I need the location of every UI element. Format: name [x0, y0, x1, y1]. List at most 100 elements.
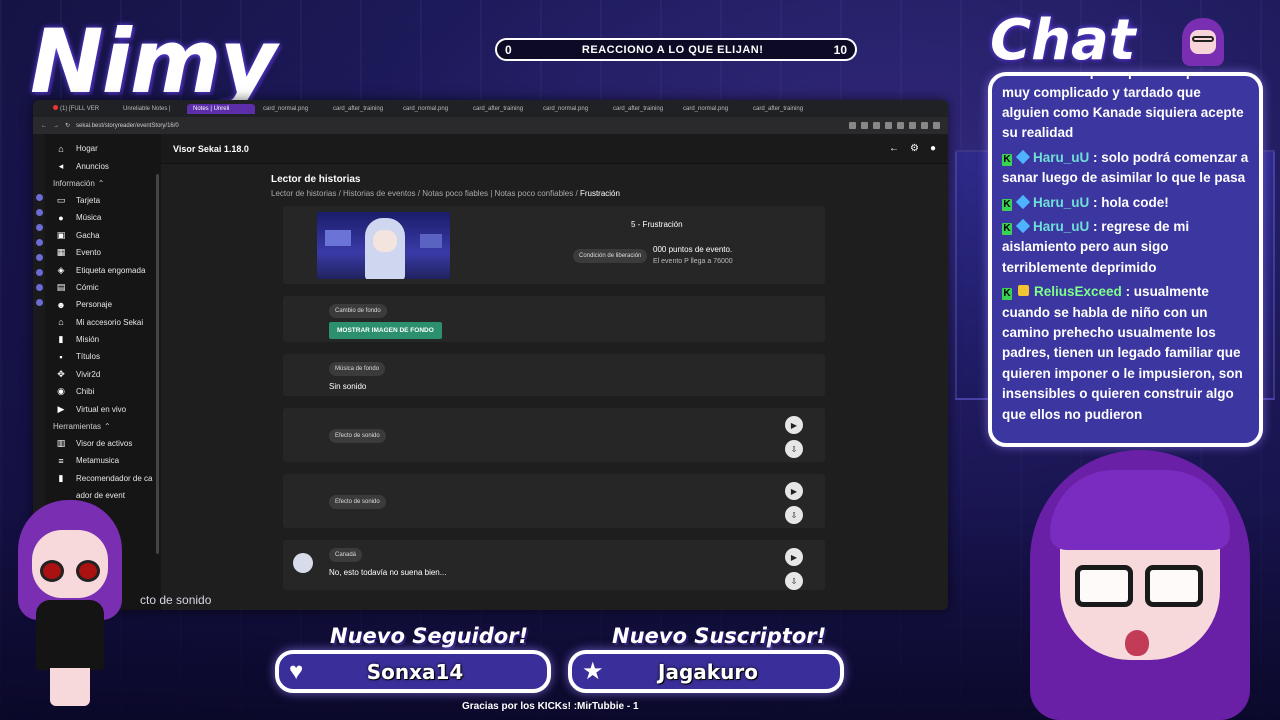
- sidebar-item-chibi[interactable]: ◉ Chibi: [45, 383, 161, 400]
- speaker-chip: Canadá: [329, 548, 363, 562]
- sidebar-item-card[interactable]: ▭ Tarjeta: [45, 192, 161, 209]
- chat-title: Chat: [990, 8, 1136, 73]
- play-icon[interactable]: ▶: [785, 482, 803, 500]
- sidebar-item-gacha[interactable]: ▣ Gacha: [45, 227, 161, 244]
- rail-icon[interactable]: [35, 224, 43, 231]
- main-area: Visor Sekai 1.18.0 ← ⚙ ● Lector de histo…: [161, 134, 948, 610]
- card-icon: ▭: [56, 194, 66, 205]
- rail-icon[interactable]: [35, 299, 43, 306]
- tab[interactable]: card_normal.png: [677, 104, 745, 114]
- episode-title: 5 - Frustración: [631, 220, 683, 229]
- counter-bar: 0 REACCIONO A LO QUE ELIJAN! 10: [495, 38, 857, 61]
- sidebar-item-music[interactable]: ● Música: [45, 209, 161, 226]
- sidebar-item-sticker[interactable]: ◈ Etiqueta engomada: [45, 261, 161, 278]
- announce-icon: ◂: [58, 160, 64, 171]
- story-reader: Lector de historias Lector de historias …: [271, 174, 826, 602]
- reload-icon[interactable]: ↻: [65, 122, 70, 129]
- rail-icon[interactable]: [35, 284, 43, 291]
- rail-icon[interactable]: [35, 239, 43, 246]
- sidebar-item-asset-viewer[interactable]: ▥ Visor de activos: [45, 435, 161, 452]
- forward-icon[interactable]: →: [53, 123, 59, 129]
- subscriber-name: Jagakuro: [658, 659, 758, 684]
- breadcrumb-current: Frustración: [579, 189, 620, 198]
- back-icon[interactable]: ←: [41, 123, 47, 129]
- sidebar-section-info[interactable]: Información ⌃: [45, 175, 161, 192]
- chevron-up-icon: ⌃: [104, 421, 111, 431]
- tab[interactable]: card_normal.png: [537, 104, 605, 114]
- recommender-icon: ▮: [58, 472, 64, 483]
- tab[interactable]: card_after_training: [327, 104, 395, 114]
- sidebar-item-event[interactable]: ▦ Evento: [45, 244, 161, 261]
- sidebar-item-vivir2d[interactable]: ✥ Vivir2d: [45, 366, 161, 383]
- record-icon: [53, 105, 58, 110]
- extension-icon[interactable]: [885, 122, 892, 129]
- download-icon[interactable]: ⇩: [785, 506, 803, 524]
- sidebar-item-home[interactable]: ⌂ Hogar: [45, 140, 161, 157]
- heart-icon: ♥: [289, 657, 304, 685]
- sidebar-item-titles[interactable]: ▪ Títulos: [45, 348, 161, 365]
- sidebar-item-mission[interactable]: ▮ Misión: [45, 331, 161, 348]
- show-background-button[interactable]: MOSTRAR IMAGEN DE FONDO: [329, 322, 442, 339]
- rail-icon[interactable]: [35, 194, 43, 201]
- tab[interactable]: card_after_training: [467, 104, 535, 114]
- event-tool-icon: [56, 491, 66, 500]
- account-icon[interactable]: ●: [930, 143, 936, 154]
- sidebar-item-character[interactable]: ☻ Personaje: [45, 296, 161, 313]
- metamusic-icon: ≡: [58, 455, 64, 466]
- accessory-icon: ⌂: [58, 317, 64, 328]
- download-icon[interactable]: ⇩: [785, 440, 803, 458]
- chat-panel: fuertemente ligada a Kanade de acuerdo a…: [988, 72, 1263, 447]
- play-icon[interactable]: ▶: [785, 416, 803, 434]
- subscriber-alert-title: Nuevo Suscriptor!: [612, 624, 827, 648]
- release-condition-chip: Condición de liberación: [573, 249, 648, 263]
- rail-icon[interactable]: [35, 254, 43, 261]
- gear-icon[interactable]: ⚙: [910, 143, 919, 154]
- dialog-text: No, esto todavía no suena bien...: [329, 568, 447, 577]
- dialog-card: Canadá No, esto todavía no suena bien...…: [283, 540, 825, 590]
- kick-badge-icon: K: [1002, 288, 1012, 301]
- sidebar-item-metamusic[interactable]: ≡ Metamusica: [45, 452, 161, 469]
- chat-message: K Haru_uU : regrese de mi aislamiento per…: [1002, 218, 1190, 275]
- follower-alert: ♥ Sonxa14: [275, 650, 551, 693]
- tab[interactable]: card_after_training: [747, 104, 815, 114]
- extension-icon[interactable]: [873, 122, 880, 129]
- tab-active[interactable]: Notes | Unreli: [187, 103, 255, 114]
- vtuber-avatar: [1020, 440, 1260, 720]
- tab[interactable]: Unreliable Notes |: [117, 104, 185, 114]
- url-field[interactable]: sekai.best/storyreader/eventStory/16/0: [76, 123, 843, 129]
- extension-icon[interactable]: [849, 122, 856, 129]
- chat-messages: fuertemente ligada a Kanade de acuerdo a…: [1002, 76, 1249, 429]
- app-bar: Visor Sekai 1.18.0 ← ⚙ ●: [161, 134, 948, 164]
- sidebar-item-recommender[interactable]: ▮ Recomendador de ca: [45, 470, 161, 487]
- rail-icon[interactable]: [35, 269, 43, 276]
- rail-icon[interactable]: [35, 209, 43, 216]
- extension-icon[interactable]: [921, 122, 928, 129]
- sidebar-scrollbar[interactable]: [156, 174, 159, 554]
- gacha-icon: ▣: [56, 229, 66, 240]
- breadcrumb-link[interactable]: Notas poco fiables | Notas poco confiabl…: [422, 189, 573, 198]
- sidebar-item-comic[interactable]: ▤ Cómic: [45, 279, 161, 296]
- sidebar-item-accessory[interactable]: ⌂ Mi accesorio Sekai: [45, 314, 161, 331]
- menu-icon[interactable]: [933, 122, 940, 129]
- kick-badge-icon: K: [1002, 222, 1012, 235]
- sound-effect-card: Efecto de sonido ▶ ⇩: [283, 408, 825, 462]
- sidebar-item-live[interactable]: ▶ Virtual en vivo: [45, 400, 161, 417]
- tab[interactable]: card_normal.png: [397, 104, 465, 114]
- extension-icon[interactable]: [897, 122, 904, 129]
- extension-icon[interactable]: [861, 122, 868, 129]
- tab[interactable]: (1) [FULL VER: [47, 103, 115, 114]
- tab[interactable]: card_normal.png: [257, 104, 325, 114]
- sidebar-section-tools[interactable]: Herramientas ⌃: [45, 418, 161, 435]
- diamond-badge-icon: [1015, 194, 1031, 209]
- bgm-card: Música de fondo Sin sonido: [283, 354, 825, 396]
- breadcrumb-link[interactable]: Historias de eventos: [343, 189, 415, 198]
- download-icon[interactable]: ⇩: [785, 572, 803, 590]
- tab[interactable]: card_after_training: [607, 104, 675, 114]
- breadcrumb-link[interactable]: Lector de historias: [271, 189, 336, 198]
- episode-thumbnail: [317, 212, 450, 279]
- extension-icon[interactable]: [909, 122, 916, 129]
- sidebar-item-announcements[interactable]: ◂ Anuncios: [45, 157, 161, 174]
- back-arrow-icon[interactable]: ←: [889, 143, 899, 154]
- chibi-icon: ◉: [57, 386, 65, 397]
- play-icon[interactable]: ▶: [785, 548, 803, 566]
